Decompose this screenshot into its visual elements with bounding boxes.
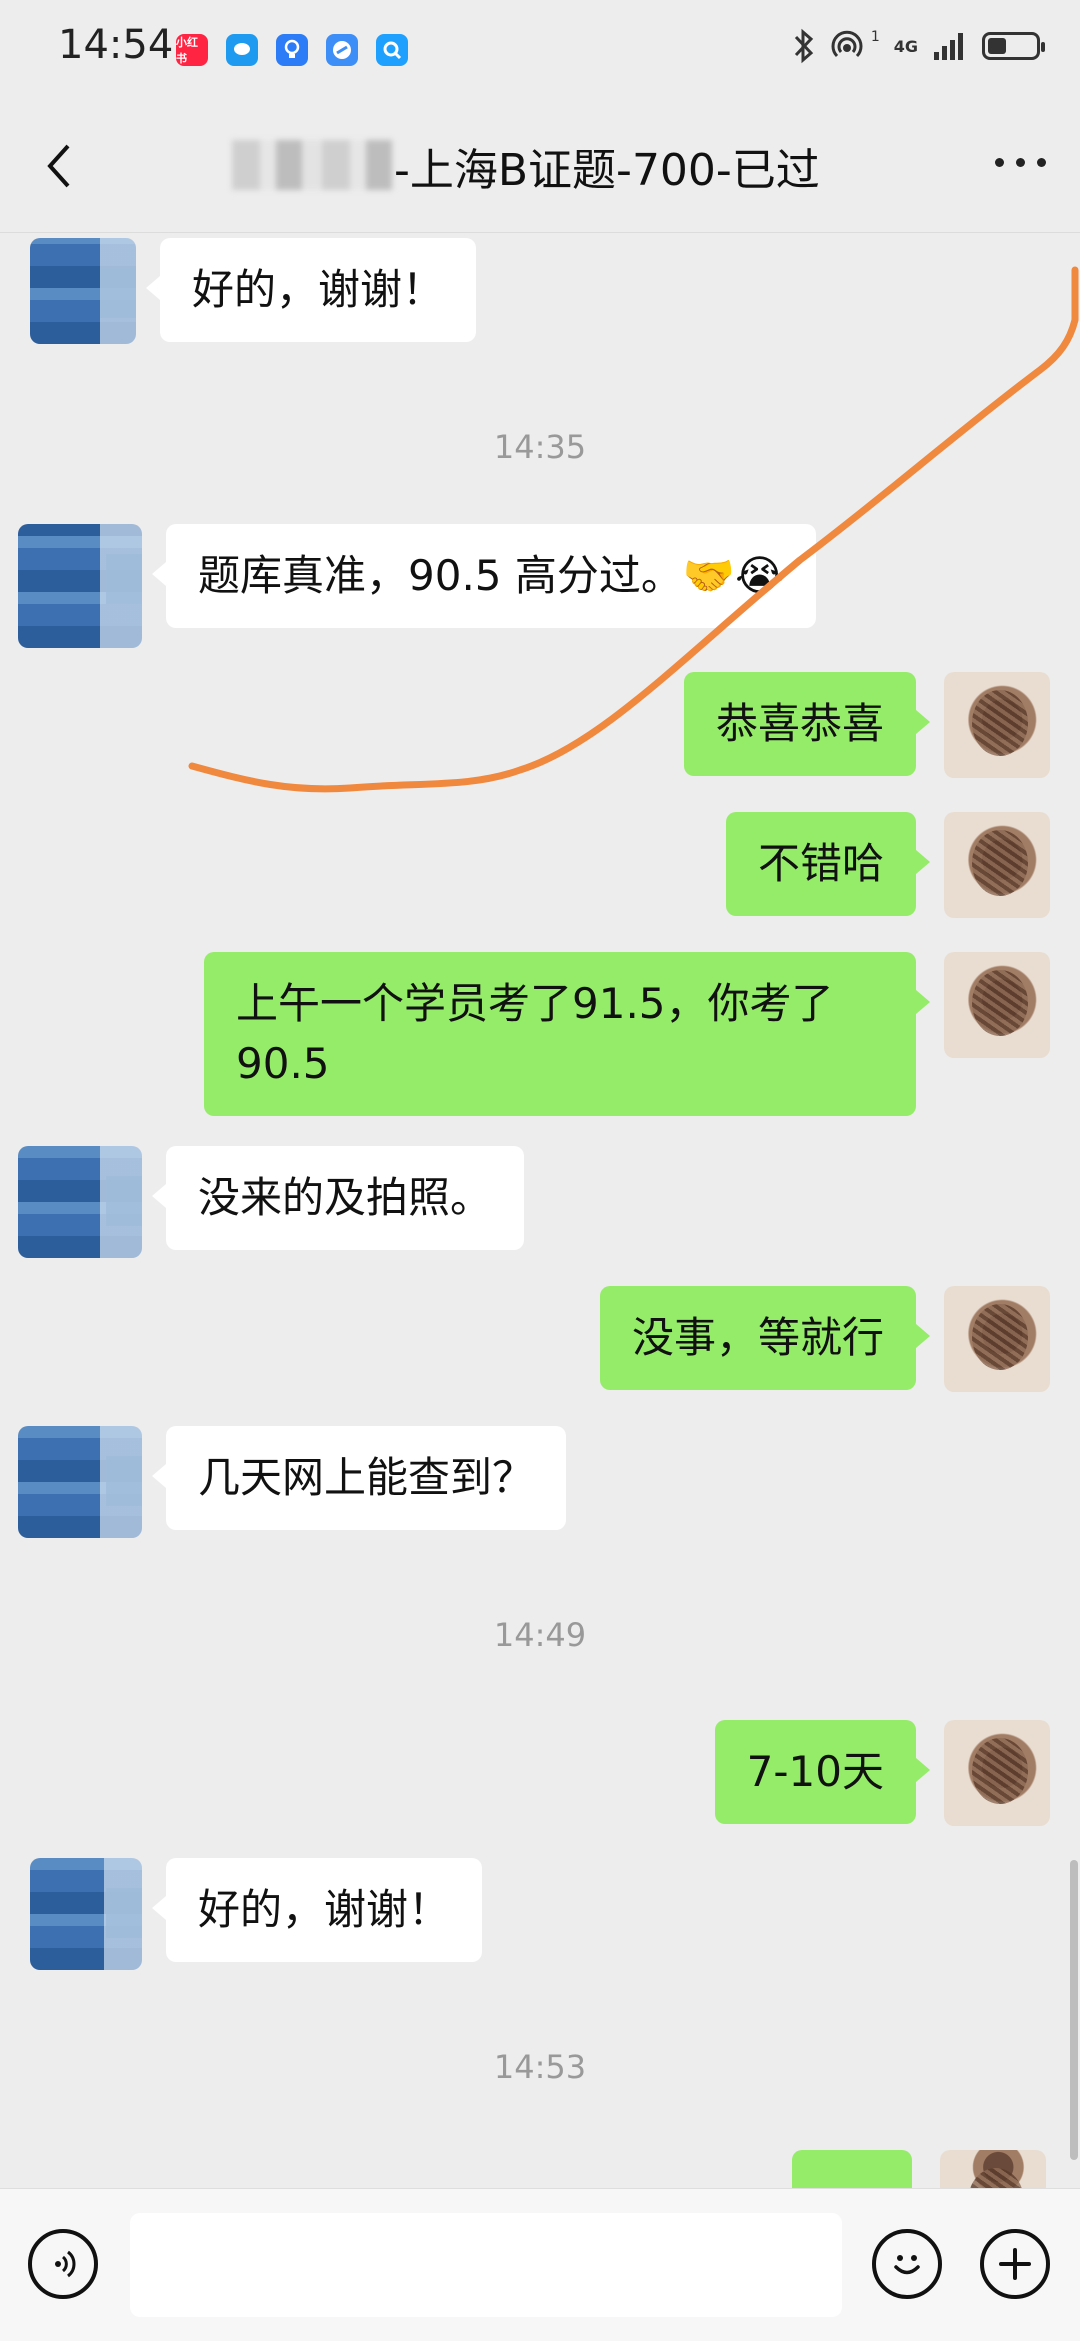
message-outgoing: 7-10天 [714,1720,1050,1826]
avatar[interactable] [18,1146,142,1258]
title-blurred-name [232,140,392,190]
message-bubble[interactable]: 不错哈 [725,812,931,916]
search-icon [376,34,408,66]
message-bubble[interactable]: 上午一个学员考了91.5，你考了90.5 [204,952,930,1116]
status-bar: 14:54 小红书 1 4G [0,0,1080,100]
avatar[interactable] [18,524,142,648]
message-outgoing: 没事，等就行 [599,1286,1050,1392]
dot-icon [995,158,1004,167]
chat-title: -上海B证题-700-已过 [394,145,820,196]
voice-icon [55,2250,76,2278]
status-app-icons: 小红书 [176,34,408,66]
message-input[interactable] [130,2213,842,2317]
message-icon [226,34,258,66]
message-bubble[interactable]: 没来的及拍照。 [151,1146,525,1250]
timestamp: 14:49 [493,1616,587,1654]
sim-index: 1 [870,29,880,45]
status-time: 14:54 [58,22,174,68]
message-bubble-partial[interactable] [792,2150,912,2188]
message-bubble[interactable]: 好的，谢谢！ [151,1858,483,1962]
avatar[interactable] [18,1426,142,1538]
message-bubble[interactable]: 几天网上能查到？ [151,1426,567,1530]
bluetooth-icon [794,28,813,64]
signal-icon [934,33,963,60]
message-bubble[interactable]: 恭喜恭喜 [683,672,931,776]
avatar[interactable] [944,672,1050,778]
avatar[interactable] [30,238,136,344]
dot-icon [1016,158,1025,167]
avatar[interactable] [944,812,1050,918]
header-divider [0,232,1080,233]
xiaohongshu-icon: 小红书 [176,34,208,66]
battery-icon [982,32,1045,60]
message-incoming: 几天网上能查到？ [18,1426,567,1538]
browser-icon [326,34,358,66]
scrollbar[interactable] [1070,1860,1078,2160]
avatar[interactable] [30,1858,142,1970]
emoji-button[interactable] [872,2229,942,2299]
message-incoming: 好的，谢谢！ [30,238,477,344]
message-outgoing: 上午一个学员考了91.5，你考了90.5 [204,952,1050,1116]
message-incoming: 好的，谢谢！ [30,1858,483,1970]
dot-icon [1037,158,1046,167]
avatar[interactable] [944,1720,1050,1826]
back-button[interactable] [40,136,80,196]
message-bubble[interactable]: 7-10天 [714,1720,931,1824]
timestamp: 14:53 [493,2048,587,2086]
message-bubble[interactable]: 好的，谢谢！ [145,238,477,342]
hotspot-icon [831,30,863,58]
voice-input-button[interactable] [28,2229,98,2299]
timestamp: 14:35 [493,428,587,466]
avatar[interactable] [944,1286,1050,1392]
status-indicators: 1 4G [793,28,1045,64]
more-options-button[interactable] [995,158,1046,167]
plus-icon [999,2248,1031,2280]
idea-icon [276,34,308,66]
chat-header: -上海B证题-700-已过 [0,100,1080,232]
avatar[interactable] [944,952,1050,1058]
message-incoming: 题库真准，90.5 高分过。🤝😭 [18,524,817,648]
network-type: 4G [893,36,918,56]
message-outgoing: 恭喜恭喜 [683,672,1050,778]
input-bar [0,2188,1080,2341]
more-functions-button[interactable] [980,2229,1050,2299]
emoji-icon [894,2255,920,2275]
message-outgoing: 不错哈 [725,812,1050,918]
avatar-partial[interactable] [940,2150,1046,2188]
message-bubble[interactable]: 题库真准，90.5 高分过。🤝😭 [151,524,817,628]
chevron-left-icon [47,144,70,188]
message-incoming: 没来的及拍照。 [18,1146,525,1258]
message-bubble[interactable]: 没事，等就行 [599,1286,931,1390]
